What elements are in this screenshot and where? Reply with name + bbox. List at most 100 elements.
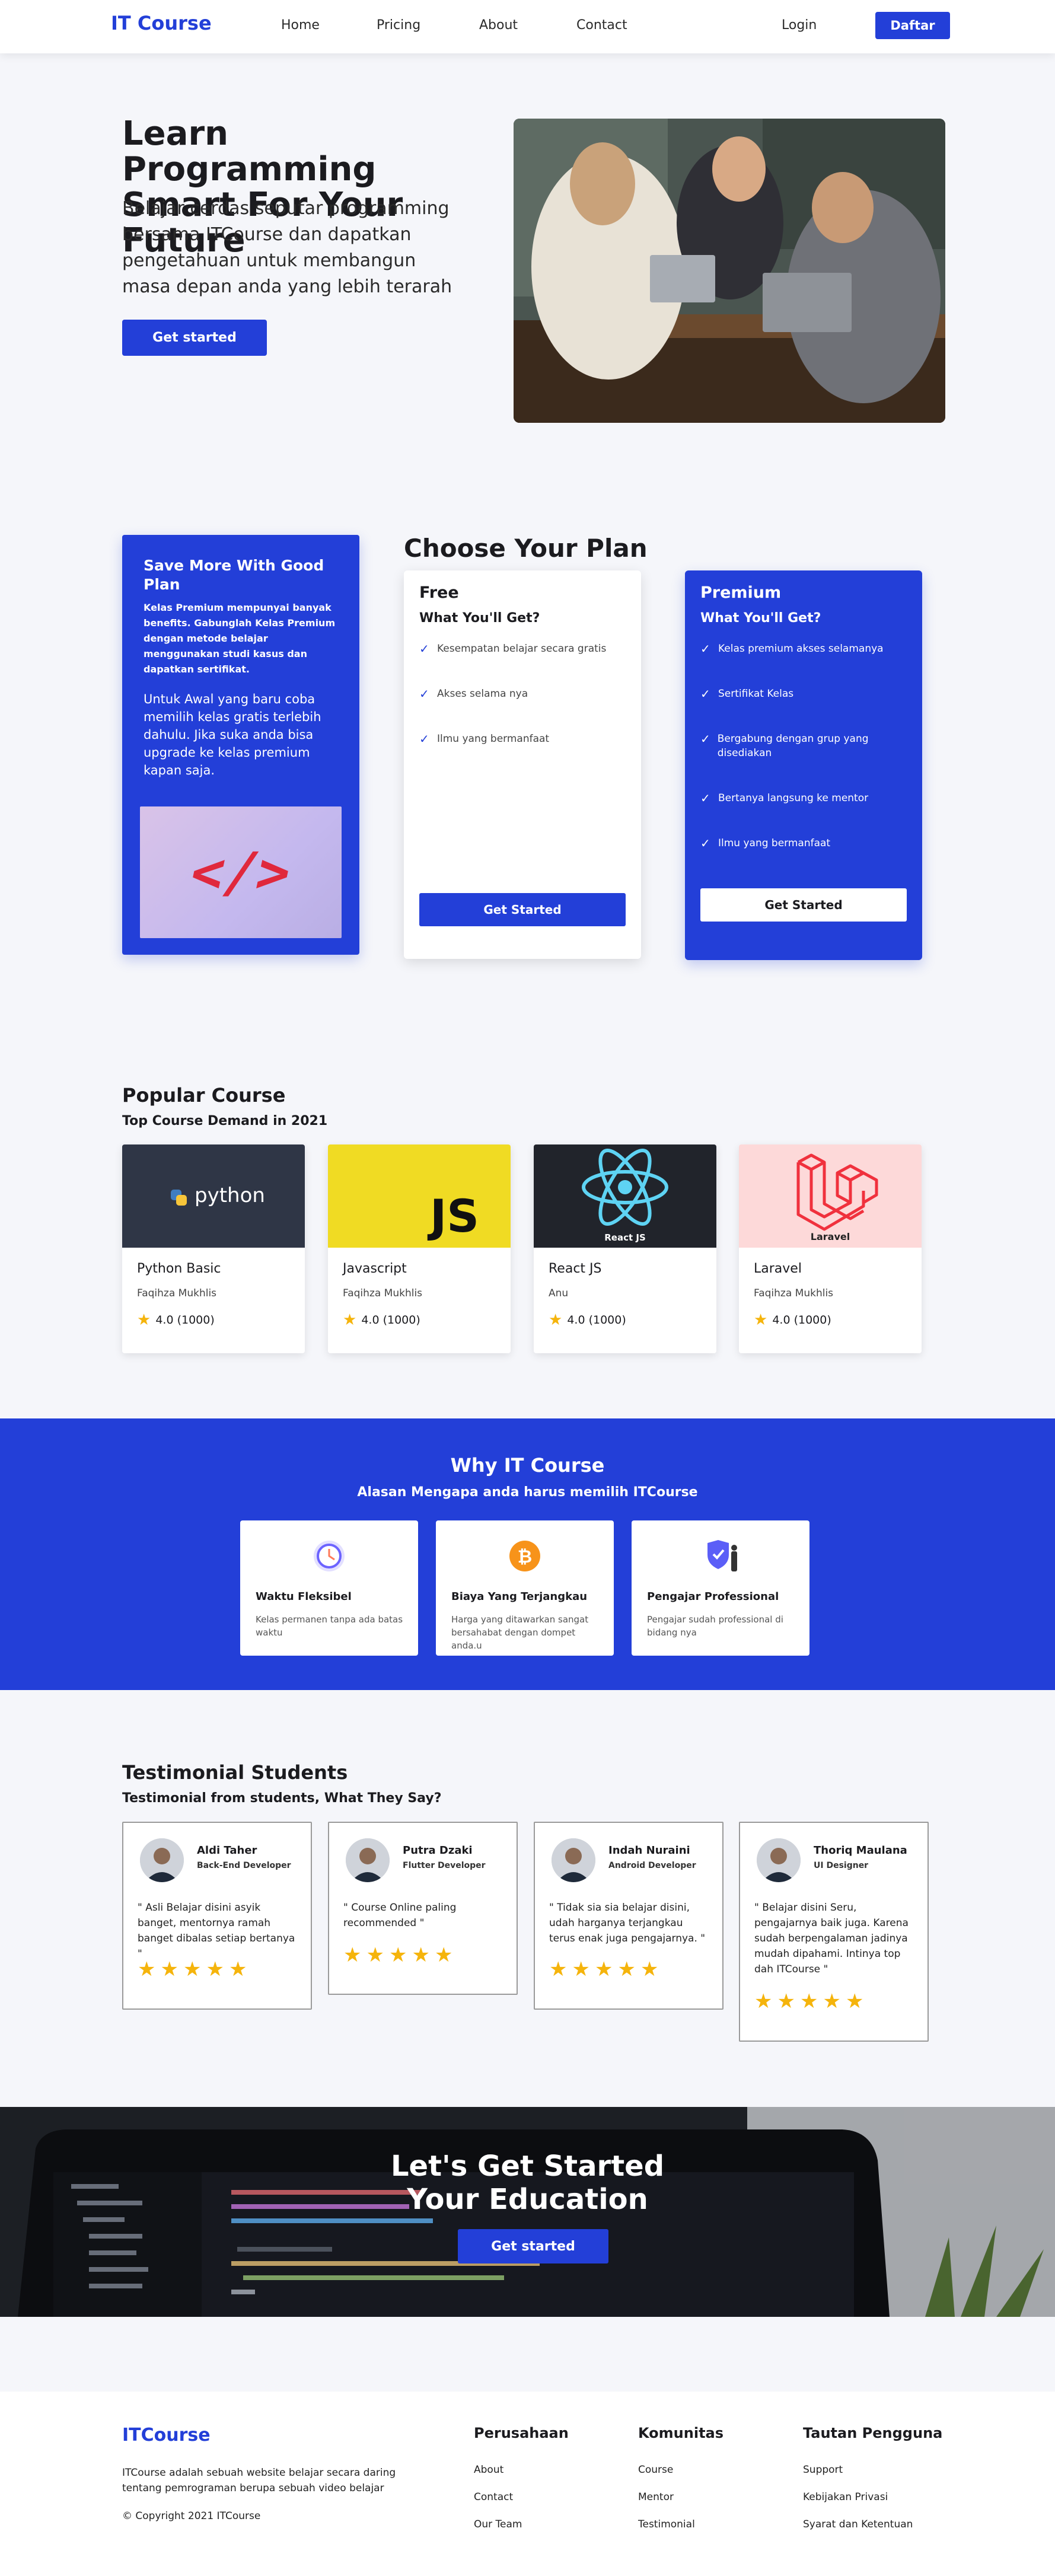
plan-feature-text: Ilmu yang bermanfaat	[437, 733, 550, 745]
check-icon: ✓	[419, 642, 429, 656]
testimonial-subtitle: Testimonial from students, What They Say…	[122, 1791, 442, 1806]
js-logo-text: JS	[430, 1190, 480, 1242]
star-icon: ★	[549, 1957, 568, 1981]
plan-card-free: Free What You'll Get? ✓ Kesempatan belaja…	[404, 570, 641, 959]
plan-feature-text: Bertanya langsung ke mentor	[718, 792, 869, 804]
star-icon: ★	[206, 1957, 224, 1981]
course-rating: ★ 4.0 (1000)	[343, 1312, 420, 1328]
course-name: Laravel	[754, 1261, 802, 1276]
premium-plan-get-started-button[interactable]: Get Started	[700, 888, 907, 922]
avatar-graphic	[346, 1838, 390, 1882]
coin-graphic: ₿	[509, 1541, 540, 1571]
course-rating: ★ 4.0 (1000)	[137, 1312, 215, 1328]
testimonial-role: Android Developer	[608, 1861, 696, 1870]
testimonial-role: Back-End Developer	[197, 1861, 291, 1870]
register-button[interactable]: Daftar	[875, 12, 950, 39]
star-icon: ★	[366, 1943, 384, 1967]
footer-link-mentor[interactable]: Mentor	[638, 2491, 674, 2503]
star-icon: ★	[160, 1957, 179, 1981]
footer-description: ITCourse adalah sebuah website belajar s…	[122, 2467, 396, 2494]
testimonial-name: Indah Nuraini	[608, 1844, 690, 1857]
react-logo-icon: React JS	[534, 1144, 716, 1248]
footer-link-privacy[interactable]: Kebijakan Privasi	[803, 2491, 888, 2503]
course-rating-text: 4.0 (1000)	[772, 1313, 831, 1327]
course-card-react[interactable]: React JS React JS Anu ★ 4.0 (1000)	[534, 1144, 716, 1353]
footer-link-terms[interactable]: Syarat dan Ketentuan	[803, 2518, 913, 2530]
check-icon: ✓	[419, 687, 429, 701]
plan-feature: ✓ Ilmu yang bermanfaat	[700, 836, 902, 850]
testimonial-card: Aldi Taher Back-End Developer " Asli Bel…	[122, 1822, 312, 2010]
plan-feature: ✓ Sertifikat Kelas	[700, 687, 902, 701]
footer: ITCourse ITCourse adalah sebuah website …	[0, 2392, 1055, 2576]
star-icon: ★	[343, 1311, 357, 1329]
testimonial-name: Putra Dzaki	[403, 1844, 473, 1857]
footer-link-contact[interactable]: Contact	[474, 2491, 513, 2503]
hero-get-started-button[interactable]: Get started	[122, 320, 267, 356]
star-icon: ★	[754, 1990, 773, 2013]
avatar	[552, 1838, 595, 1882]
avatar	[140, 1838, 184, 1882]
course-author: Faqihza Mukhlis	[754, 1287, 834, 1299]
star-icon: ★	[640, 1957, 659, 1981]
star-icon: ★	[137, 1311, 151, 1329]
course-card-python[interactable]: python Python Basic Faqihza Mukhlis ★ 4.0…	[122, 1144, 305, 1353]
testimonial-quote: " Belajar disini Seru, pengajarnya baik …	[754, 1902, 909, 1975]
why-section: Why IT Course Alasan Mengapa anda harus …	[0, 1418, 1055, 1690]
testimonial-card: Thoriq Maulana UI Designer " Belajar dis…	[739, 1822, 929, 2042]
save-more-card: Save More With Good Plan Kelas Premium m…	[122, 535, 359, 955]
why-card-title: Biaya Yang Terjangkau	[451, 1590, 588, 1603]
check-icon: ✓	[419, 732, 429, 746]
nav-link-about[interactable]: About	[479, 18, 518, 33]
avatar-graphic	[140, 1838, 184, 1882]
hero-photo	[514, 119, 945, 423]
react-logo-text: React JS	[604, 1232, 646, 1243]
save-more-text-1: Kelas Premium mempunyai banyak benefits.…	[144, 602, 336, 675]
footer-link-about[interactable]: About	[474, 2464, 503, 2476]
testimonial-name: Thoriq Maulana	[814, 1844, 907, 1857]
testimonial-card: Indah Nuraini Android Developer " Tidak …	[534, 1822, 723, 2010]
check-icon: ✓	[700, 791, 710, 805]
star-icon: ★	[572, 1957, 590, 1981]
star-icon: ★	[845, 1990, 864, 2013]
check-icon: ✓	[700, 687, 710, 701]
course-name: Javascript	[343, 1261, 407, 1276]
svg-text:₿: ₿	[518, 1547, 532, 1567]
nav-link-pricing[interactable]: Pricing	[377, 18, 420, 33]
plan-feature-text: Bergabung dengan grup yang disediakan	[717, 733, 869, 759]
free-plan-get-started-button[interactable]: Get Started	[419, 893, 626, 926]
check-icon: ✓	[700, 836, 710, 850]
star-icon: ★	[228, 1957, 247, 1981]
why-card-desc: Pengajar sudah professional di bidang ny…	[647, 1614, 783, 1638]
footer-link-course[interactable]: Course	[638, 2464, 673, 2476]
footer-link-testimonial[interactable]: Testimonial	[638, 2518, 695, 2530]
star-icon: ★	[617, 1957, 636, 1981]
footer-link-our-team[interactable]: Our Team	[474, 2518, 522, 2530]
nav-link-home[interactable]: Home	[281, 18, 320, 33]
plan-feature-text: Kelas premium akses selamanya	[718, 643, 884, 655]
course-rating: ★ 4.0 (1000)	[754, 1312, 831, 1328]
course-name: React JS	[549, 1261, 602, 1276]
star-icon: ★	[343, 1943, 362, 1967]
popular-course-title: Popular Course	[122, 1084, 286, 1107]
why-card-title: Waktu Fleksibel	[256, 1590, 352, 1603]
footer-logo[interactable]: ITCourse	[122, 2425, 211, 2446]
course-card-laravel[interactable]: Laravel Laravel Faqihza Mukhlis ★ 4.0 (10…	[739, 1144, 922, 1353]
star-icon: ★	[434, 1943, 453, 1967]
course-card-javascript[interactable]: JS Javascript Faqihza Mukhlis ★ 4.0 (1000…	[328, 1144, 511, 1353]
code-brackets-icon: </>	[184, 840, 297, 904]
testimonial-title: Testimonial Students	[122, 1761, 348, 1784]
footer-link-support[interactable]: Support	[803, 2464, 843, 2476]
avatar-graphic	[757, 1838, 801, 1882]
cta-title-line-1: Let's Get Started	[390, 2150, 665, 2183]
cta-get-started-button[interactable]: Get started	[458, 2229, 608, 2263]
nav-link-contact[interactable]: Contact	[576, 18, 627, 33]
plan-feature: ✓ Kelas premium akses selamanya	[700, 642, 902, 656]
why-card-desc: Kelas permanen tanpa ada batas waktu	[256, 1614, 403, 1638]
site-logo[interactable]: IT Course	[111, 12, 212, 34]
why-card-desc: Harga yang ditawarkan sangat bersahabat …	[451, 1614, 589, 1651]
star-icon: ★	[549, 1311, 563, 1329]
course-author: Faqihza Mukhlis	[137, 1287, 217, 1299]
code-brackets-image: </>	[140, 806, 342, 938]
testimonial-quote: " Tidak sia sia belajar disini, udah har…	[549, 1902, 706, 1944]
login-link[interactable]: Login	[782, 18, 817, 33]
